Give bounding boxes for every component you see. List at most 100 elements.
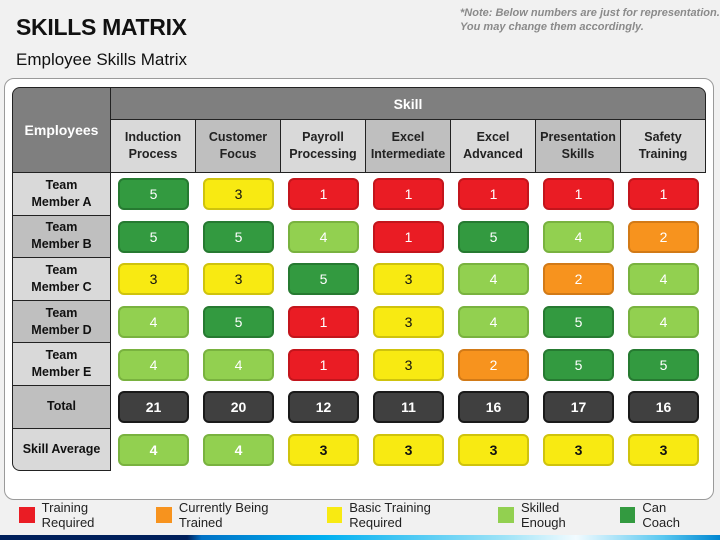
two-line-label: Team Member A (32, 177, 92, 211)
label-line-2: Training (638, 147, 688, 161)
cell-wrapper: 1 (366, 216, 451, 259)
total-row-label: Total (12, 385, 111, 429)
average-row: 4433333 (111, 429, 706, 472)
cell-wrapper: 4 (621, 301, 706, 344)
label-line-1: Customer (208, 130, 268, 144)
member-row-label: Team Member E (12, 343, 111, 386)
total-cell: 16 (458, 391, 529, 424)
legend-swatch-icon (498, 507, 514, 523)
legend-label: Currently Being Trained (178, 500, 269, 530)
cell-wrapper: 21 (111, 386, 196, 429)
label-line-2: Member A (31, 194, 92, 209)
cell-wrapper: 3 (451, 429, 536, 472)
score-cell: 4 (118, 348, 189, 381)
skill-column-header: Excel Advanced (451, 120, 536, 173)
cell-wrapper: 5 (281, 258, 366, 301)
skill-column-header: Excel Intermediate (366, 120, 451, 173)
score-cell: 2 (543, 263, 614, 296)
legend-swatch-icon (326, 507, 343, 523)
label-line-1: Induction (124, 130, 182, 144)
cell-wrapper: 4 (451, 258, 536, 301)
cell-wrapper: 5 (536, 343, 621, 386)
average-cell: 4 (118, 433, 189, 466)
score-cell: 1 (373, 178, 444, 211)
cell-wrapper: 3 (281, 429, 366, 472)
cell-wrapper: 3 (366, 343, 451, 386)
cell-wrapper: 20 (196, 386, 281, 429)
cell-wrapper: 3 (111, 258, 196, 301)
cell-wrapper: 1 (451, 173, 536, 216)
skills-matrix-table: Employees Skill Induction Process Customer… (12, 87, 706, 491)
two-line-label: Presentation Skills (540, 129, 616, 163)
cell-wrapper: 1 (281, 301, 366, 344)
cell-wrapper: 4 (111, 343, 196, 386)
legend-label: Can Coach (642, 500, 680, 530)
skill-column-header: Induction Process (111, 120, 196, 173)
legend: Training Required Currently Being Trained… (19, 500, 720, 530)
label-line-2: Processing (289, 147, 357, 161)
skill-column-header: Customer Focus (196, 120, 281, 173)
skill-column-header: Safety Training (621, 120, 706, 173)
label-line-2: Advanced (463, 147, 523, 161)
cell-wrapper: 12 (281, 386, 366, 429)
cell-wrapper: 3 (366, 301, 451, 344)
cell-wrapper: 2 (451, 343, 536, 386)
score-cell: 4 (288, 220, 359, 253)
score-cell: 5 (543, 348, 614, 381)
page-subtitle: Employee Skills Matrix (16, 50, 187, 69)
two-line-label: Payroll Processing (289, 129, 356, 163)
cell-wrapper: 16 (621, 386, 706, 429)
cell-wrapper: 4 (621, 258, 706, 301)
average-cell: 3 (288, 433, 359, 466)
cell-wrapper: 3 (366, 258, 451, 301)
skill-column-header: Payroll Processing (281, 120, 366, 173)
score-cell: 5 (203, 220, 274, 253)
total-cell: 11 (373, 391, 444, 424)
label-line-1: Excel (476, 130, 510, 144)
total-cell: 20 (203, 391, 274, 424)
cell-wrapper: 5 (111, 216, 196, 259)
cell-wrapper: 5 (451, 216, 536, 259)
label-line-2: Member D (31, 322, 92, 337)
score-cell: 4 (203, 348, 274, 381)
decorative-footer-bar (0, 535, 720, 540)
label-line-1: Excel (391, 130, 425, 144)
member-score-row: 4513454 (111, 301, 706, 344)
two-line-label: Excel Advanced (463, 129, 523, 163)
row-labels: Team Member A Team Member B Team Member C Team… (12, 173, 111, 472)
total-row: 21 20 12 11 16 17 16 (111, 386, 706, 429)
score-cell: 1 (543, 178, 614, 211)
legend-label: Training Required (41, 500, 95, 530)
two-line-label: Team Member C (31, 262, 91, 296)
cell-wrapper: 1 (366, 173, 451, 216)
member-row-label: Team Member A (12, 173, 111, 216)
score-cell: 5 (628, 348, 699, 381)
score-cell: 4 (458, 306, 529, 339)
score-cell: 1 (288, 306, 359, 339)
average-row-label: Skill Average (12, 428, 111, 472)
cell-wrapper: 5 (196, 301, 281, 344)
score-cell: 1 (458, 178, 529, 211)
cell-wrapper: 3 (196, 173, 281, 216)
note-line-1: *Note: Below numbers are just for repres… (460, 7, 720, 19)
score-cell: 5 (203, 306, 274, 339)
employees-header: Employees (12, 87, 111, 173)
label-line-1: Safety (644, 130, 682, 144)
two-line-label: Safety Training (639, 129, 688, 163)
score-cell: 4 (628, 306, 699, 339)
cell-wrapper: 17 (536, 386, 621, 429)
score-cell: 2 (458, 348, 529, 381)
score-cell: 3 (118, 263, 189, 296)
cell-wrapper: 11 (366, 386, 451, 429)
cell-wrapper: 1 (536, 173, 621, 216)
average-cell: 4 (203, 433, 274, 466)
two-line-label: Excel Intermediate (371, 129, 445, 163)
cell-wrapper: 4 (196, 343, 281, 386)
score-cell: 5 (118, 178, 189, 211)
score-cell: 3 (203, 263, 274, 296)
label-line-2: Member E (31, 365, 92, 380)
legend-item: Training Required (19, 500, 142, 530)
representation-note: *Note: Below numbers are just for repres… (460, 6, 720, 34)
average-cell: 3 (373, 433, 444, 466)
page-title: SKILLS MATRIX (16, 14, 187, 40)
